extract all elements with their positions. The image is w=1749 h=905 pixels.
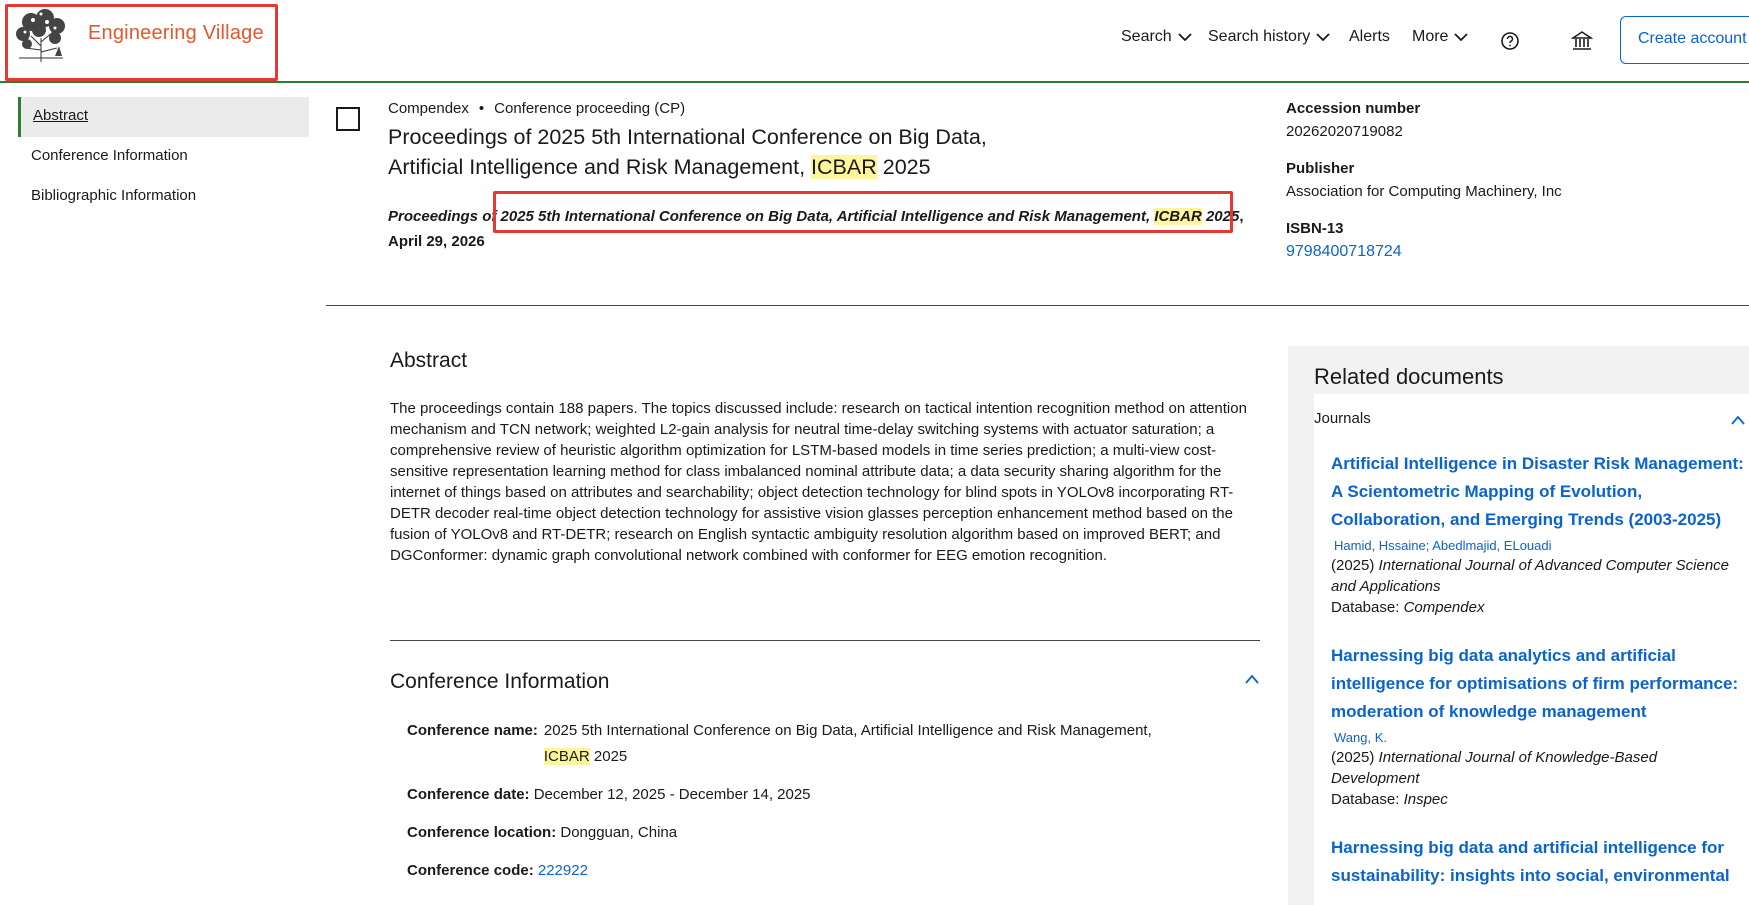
related-document-title[interactable]: Harnessing big data and artificial intel…: [1331, 838, 1730, 885]
isbn-label: ISBN-13: [1286, 220, 1344, 237]
divider: [326, 305, 1749, 306]
conference-date-label: Conference date:: [407, 786, 530, 803]
related-document-source: (2025) International Journal of Knowledg…: [1331, 749, 1658, 787]
conference-date-row: Conference date: December 12, 2025 - Dec…: [407, 782, 811, 808]
related-document: Harnessing big data and artificial intel…: [1331, 834, 1749, 890]
annotation-highlight-box: [493, 191, 1233, 233]
conference-location-row: Conference location: Dongguan, China: [407, 820, 677, 846]
publisher-value: Association for Computing Machinery, Inc: [1286, 183, 1562, 200]
section-navigation: Abstract Conference Information Bibliogr…: [18, 97, 309, 217]
abstract-heading: Abstract: [390, 349, 468, 372]
nav-more[interactable]: More: [1412, 28, 1469, 46]
database-name: Compendex: [388, 100, 469, 117]
nav-search-label: Search: [1121, 28, 1172, 45]
related-document: Harnessing big data analytics and artifi…: [1331, 642, 1749, 810]
conference-name-label: Conference name:: [407, 722, 538, 739]
sidebar-item-bibliographic-information[interactable]: Bibliographic Information: [18, 177, 309, 217]
chevron-down-icon: [1454, 33, 1469, 42]
brand-name[interactable]: Engineering Village: [88, 22, 264, 45]
document-title: Proceedings of 2025 5th International Co…: [388, 125, 987, 179]
highlighted-term: ICBAR: [811, 155, 877, 179]
divider: [390, 640, 1260, 641]
top-header: Engineering Village Search Search histor…: [0, 0, 1749, 83]
nav-alerts-label: Alerts: [1349, 28, 1390, 45]
conference-code-link[interactable]: 222922: [538, 862, 588, 879]
related-documents-panel: Related documents Journals Artificial In…: [1288, 346, 1749, 905]
related-group-journals[interactable]: Journals: [1314, 410, 1371, 427]
document-type: Conference proceeding (CP): [494, 100, 686, 117]
isbn-link[interactable]: 9798400718724: [1286, 243, 1402, 260]
sidebar-item-conference-information[interactable]: Conference Information: [18, 137, 309, 177]
nav-search[interactable]: Search: [1121, 28, 1192, 46]
institution-icon[interactable]: [1571, 30, 1593, 52]
accession-number-label: Accession number: [1286, 100, 1421, 117]
conference-location-value: Dongguan, China: [560, 824, 678, 841]
related-document-authors[interactable]: Wang, K.: [1334, 730, 1749, 745]
related-document-source: (2025) International Journal of Advanced…: [1331, 557, 1730, 595]
record-details: Accession number 20262020719082 Publishe…: [1286, 100, 1706, 281]
chevron-down-icon: [1316, 33, 1330, 42]
nav-search-history-label: Search history: [1208, 28, 1311, 45]
publisher-label: Publisher: [1286, 160, 1355, 177]
highlighted-term: ICBAR: [543, 748, 590, 765]
chevron-up-icon[interactable]: [1730, 414, 1746, 426]
nav-search-history[interactable]: Search history: [1208, 28, 1330, 46]
record-meta: Compendex • Conference proceeding (CP): [388, 100, 686, 117]
related-document: Artificial Intelligence in Disaster Risk…: [1331, 450, 1749, 618]
create-account-button[interactable]: Create account: [1620, 16, 1749, 64]
related-document-database: Database: Inspec: [1331, 791, 1448, 808]
sidebar-item-abstract[interactable]: Abstract: [18, 97, 309, 137]
nav-more-label: More: [1412, 28, 1449, 45]
conference-code-row: Conference code: 222922: [407, 858, 588, 884]
help-circle-icon[interactable]: [1499, 30, 1521, 52]
conference-date-value: December 12, 2025 - December 14, 2025: [533, 786, 811, 803]
accession-number-value: 20262020719082: [1286, 123, 1403, 140]
nav-alerts[interactable]: Alerts: [1349, 28, 1390, 46]
related-document-title[interactable]: Harnessing big data analytics and artifi…: [1331, 646, 1738, 721]
abstract-text: The proceedings contain 188 papers. The …: [390, 400, 1247, 564]
conference-name-row: Conference name: 2025 5th International …: [407, 718, 1247, 770]
elsevier-tree-logo-icon[interactable]: [11, 8, 71, 63]
conference-name-value: 2025 5th International Conference on Big…: [543, 722, 1152, 739]
chevron-up-icon[interactable]: [1244, 673, 1260, 685]
related-documents-list: Journals Artificial Intelligence in Disa…: [1314, 394, 1749, 905]
related-documents-heading: Related documents: [1314, 364, 1504, 389]
conference-information-heading[interactable]: Conference Information: [390, 670, 609, 694]
conference-location-label: Conference location:: [407, 824, 557, 841]
related-document-database: Database: Compendex: [1331, 599, 1485, 616]
select-record-checkbox[interactable]: [336, 107, 360, 131]
related-document-title[interactable]: Artificial Intelligence in Disaster Risk…: [1331, 454, 1744, 529]
chevron-down-icon: [1178, 33, 1192, 42]
related-document-authors[interactable]: Hamid, Hssaine; Abedlmajid, ELouadi: [1334, 538, 1749, 553]
conference-code-label: Conference code:: [407, 862, 534, 879]
